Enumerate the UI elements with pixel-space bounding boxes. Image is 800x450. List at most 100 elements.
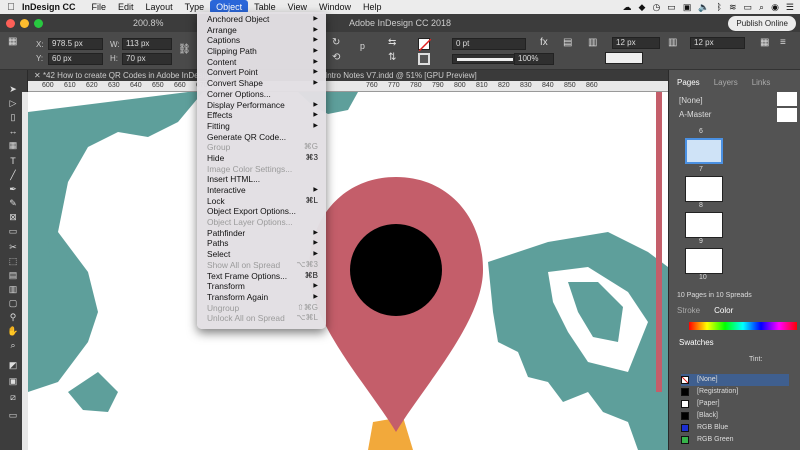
object-menu-item[interactable]: Convert Shape ▶ xyxy=(197,78,326,89)
h-field[interactable]: 70 px xyxy=(122,53,172,65)
object-menu-item[interactable]: Transform Again ▶ xyxy=(197,292,326,303)
page-thumb-10[interactable] xyxy=(685,248,723,274)
menu-layout[interactable]: Layout xyxy=(140,0,179,14)
swatch-row[interactable]: [Registration] xyxy=(681,386,789,398)
object-menu-item[interactable]: Select ▶ xyxy=(197,249,326,260)
menu-edit[interactable]: Edit xyxy=(112,0,140,14)
object-menu-item[interactable]: Pathfinder ▶ xyxy=(197,228,326,239)
gradient-feather-icon[interactable]: ▥ xyxy=(4,284,22,296)
tab-links[interactable]: Links xyxy=(752,78,771,90)
fill-swatch[interactable] xyxy=(418,38,432,52)
screen-icon[interactable]: ▭ xyxy=(667,2,676,13)
reference-point-icon[interactable]: ▦ xyxy=(8,36,17,47)
object-menu-item[interactable]: Generate QR Code... xyxy=(197,132,326,143)
flip-vertical-icon[interactable]: ⇅ xyxy=(388,52,396,63)
w-field[interactable]: 113 px xyxy=(122,38,172,50)
opacity-field[interactable]: 100% xyxy=(514,53,554,65)
object-menu-item[interactable]: Object Export Options... xyxy=(197,206,326,217)
object-menu-item[interactable]: Display Performance ▶ xyxy=(197,100,326,111)
fill-stroke-icon[interactable]: ◩ xyxy=(4,360,22,372)
close-tab-icon[interactable]: ✕ xyxy=(34,71,41,80)
swatch-row[interactable]: [Paper] xyxy=(681,398,789,410)
eyedropper-tool-icon[interactable]: ⚲ xyxy=(4,312,22,324)
pen-tool-icon[interactable]: ✒ xyxy=(4,184,22,196)
menu-help[interactable]: Help xyxy=(357,0,388,14)
screen-mode-icon[interactable]: ▭ xyxy=(4,410,22,422)
column-icon[interactable]: ▥ xyxy=(668,37,677,48)
object-menu-item[interactable]: Interactive ▶ xyxy=(197,185,326,196)
color-spectrum[interactable] xyxy=(689,322,797,330)
scissors-tool-icon[interactable]: ✂ xyxy=(4,242,22,254)
swatch-row[interactable]: RGB Green xyxy=(681,434,789,446)
master-thumb-2[interactable] xyxy=(777,108,797,122)
battery-icon[interactable]: ▭ xyxy=(744,2,753,13)
maximize-window-button[interactable] xyxy=(34,18,43,28)
apple-icon[interactable]:  xyxy=(0,2,22,13)
bluetooth-icon[interactable]: ᛒ xyxy=(717,2,722,12)
x-field[interactable]: 978.5 px xyxy=(48,38,103,50)
pencil-tool-icon[interactable]: ✎ xyxy=(4,198,22,210)
object-menu-item[interactable]: Insert HTML... xyxy=(197,174,326,185)
object-menu-item[interactable]: Text Frame Options... ⌘B xyxy=(197,271,326,282)
object-menu-item[interactable]: Content ▶ xyxy=(197,57,326,68)
tab-pages[interactable]: Pages xyxy=(677,78,700,90)
page-tool-icon[interactable]: ▯ xyxy=(4,112,22,124)
menu-file[interactable]: File xyxy=(86,0,113,14)
gradient-tool-icon[interactable]: ▤ xyxy=(4,270,22,282)
spotlight-icon[interactable]: ⌕ xyxy=(759,2,764,13)
minimize-window-button[interactable] xyxy=(20,18,29,28)
gutter-field[interactable]: 12 px xyxy=(690,37,745,49)
publish-online-button[interactable]: Publish Online xyxy=(728,16,796,31)
rotate-icon[interactable]: ↻ xyxy=(332,37,340,48)
tab-layers[interactable]: Layers xyxy=(714,78,738,90)
object-menu-item[interactable]: Convert Point ▶ xyxy=(197,67,326,78)
display-icon[interactable]: ▣ xyxy=(683,2,692,13)
wifi-icon[interactable]: ≋ xyxy=(729,2,737,13)
line-tool-icon[interactable]: ╱ xyxy=(4,170,22,182)
content-collector-icon[interactable]: ▦ xyxy=(4,140,22,152)
fx-icon[interactable]: fx xyxy=(540,37,548,48)
apply-none-icon[interactable]: ⧄ xyxy=(4,392,22,404)
direct-selection-tool-icon[interactable]: ▷ xyxy=(4,98,22,110)
rectangle-frame-tool-icon[interactable]: ⊠ xyxy=(4,212,22,224)
stroke-swatch[interactable] xyxy=(418,53,430,65)
align-left-icon[interactable]: ▤ xyxy=(563,37,572,48)
a-master[interactable]: A-Master xyxy=(679,110,711,119)
object-menu-item[interactable]: Arrange ▶ xyxy=(197,25,326,36)
volume-icon[interactable]: 🔈 xyxy=(698,2,709,13)
app-menu[interactable]: InDesign CC xyxy=(22,2,76,12)
page-thumb-7[interactable] xyxy=(685,138,723,164)
gap-tool-icon[interactable]: ↔ xyxy=(4,126,22,138)
free-transform-tool-icon[interactable]: ⬚ xyxy=(4,256,22,268)
frame-offset-field[interactable]: 12 px xyxy=(612,37,660,49)
master-thumb[interactable] xyxy=(777,92,797,106)
object-menu-item[interactable]: Lock ⌘L xyxy=(197,196,326,207)
hand-tool-icon[interactable]: ✋ xyxy=(4,326,22,338)
constrain-proportions-icon[interactable]: ⛓ xyxy=(178,44,191,55)
selection-tool-icon[interactable]: ➤ xyxy=(4,84,22,96)
swatch-row[interactable]: [None] xyxy=(681,374,789,386)
align-center-icon[interactable]: ▥ xyxy=(588,37,597,48)
zoom-tool-icon[interactable]: ⌕ xyxy=(4,340,22,352)
page-thumb-9[interactable] xyxy=(685,212,723,238)
dropbox-icon[interactable]: ◆ xyxy=(639,2,646,13)
close-window-button[interactable] xyxy=(6,18,15,28)
shear-icon[interactable]: ⟲ xyxy=(332,52,340,63)
creative-cloud-icon[interactable]: ☁ xyxy=(623,2,632,13)
rectangle-tool-icon[interactable]: ▭ xyxy=(4,226,22,238)
tab-color[interactable]: Color xyxy=(714,306,733,318)
pathfinder-icon[interactable]: ᵖ xyxy=(360,40,365,55)
object-menu-item[interactable]: Captions ▶ xyxy=(197,35,326,46)
object-menu-item[interactable]: Corner Options... xyxy=(197,89,326,100)
flip-horizontal-icon[interactable]: ⇆ xyxy=(388,37,396,48)
timemachine-icon[interactable]: ◷ xyxy=(652,2,660,13)
document-canvas[interactable] xyxy=(28,92,668,450)
object-menu-item[interactable]: Hide ⌘3 xyxy=(197,153,326,164)
object-menu-item[interactable]: Effects ▶ xyxy=(197,110,326,121)
panel-menu-icon[interactable]: ≡ xyxy=(780,37,786,48)
type-tool-icon[interactable]: T xyxy=(4,156,22,168)
tab-stroke[interactable]: Stroke xyxy=(677,306,700,318)
distribute-icon[interactable]: ▦ xyxy=(760,37,769,48)
object-menu-item[interactable]: Anchored Object ▶ xyxy=(197,14,326,25)
swatch-row[interactable]: RGB Blue xyxy=(681,422,789,434)
